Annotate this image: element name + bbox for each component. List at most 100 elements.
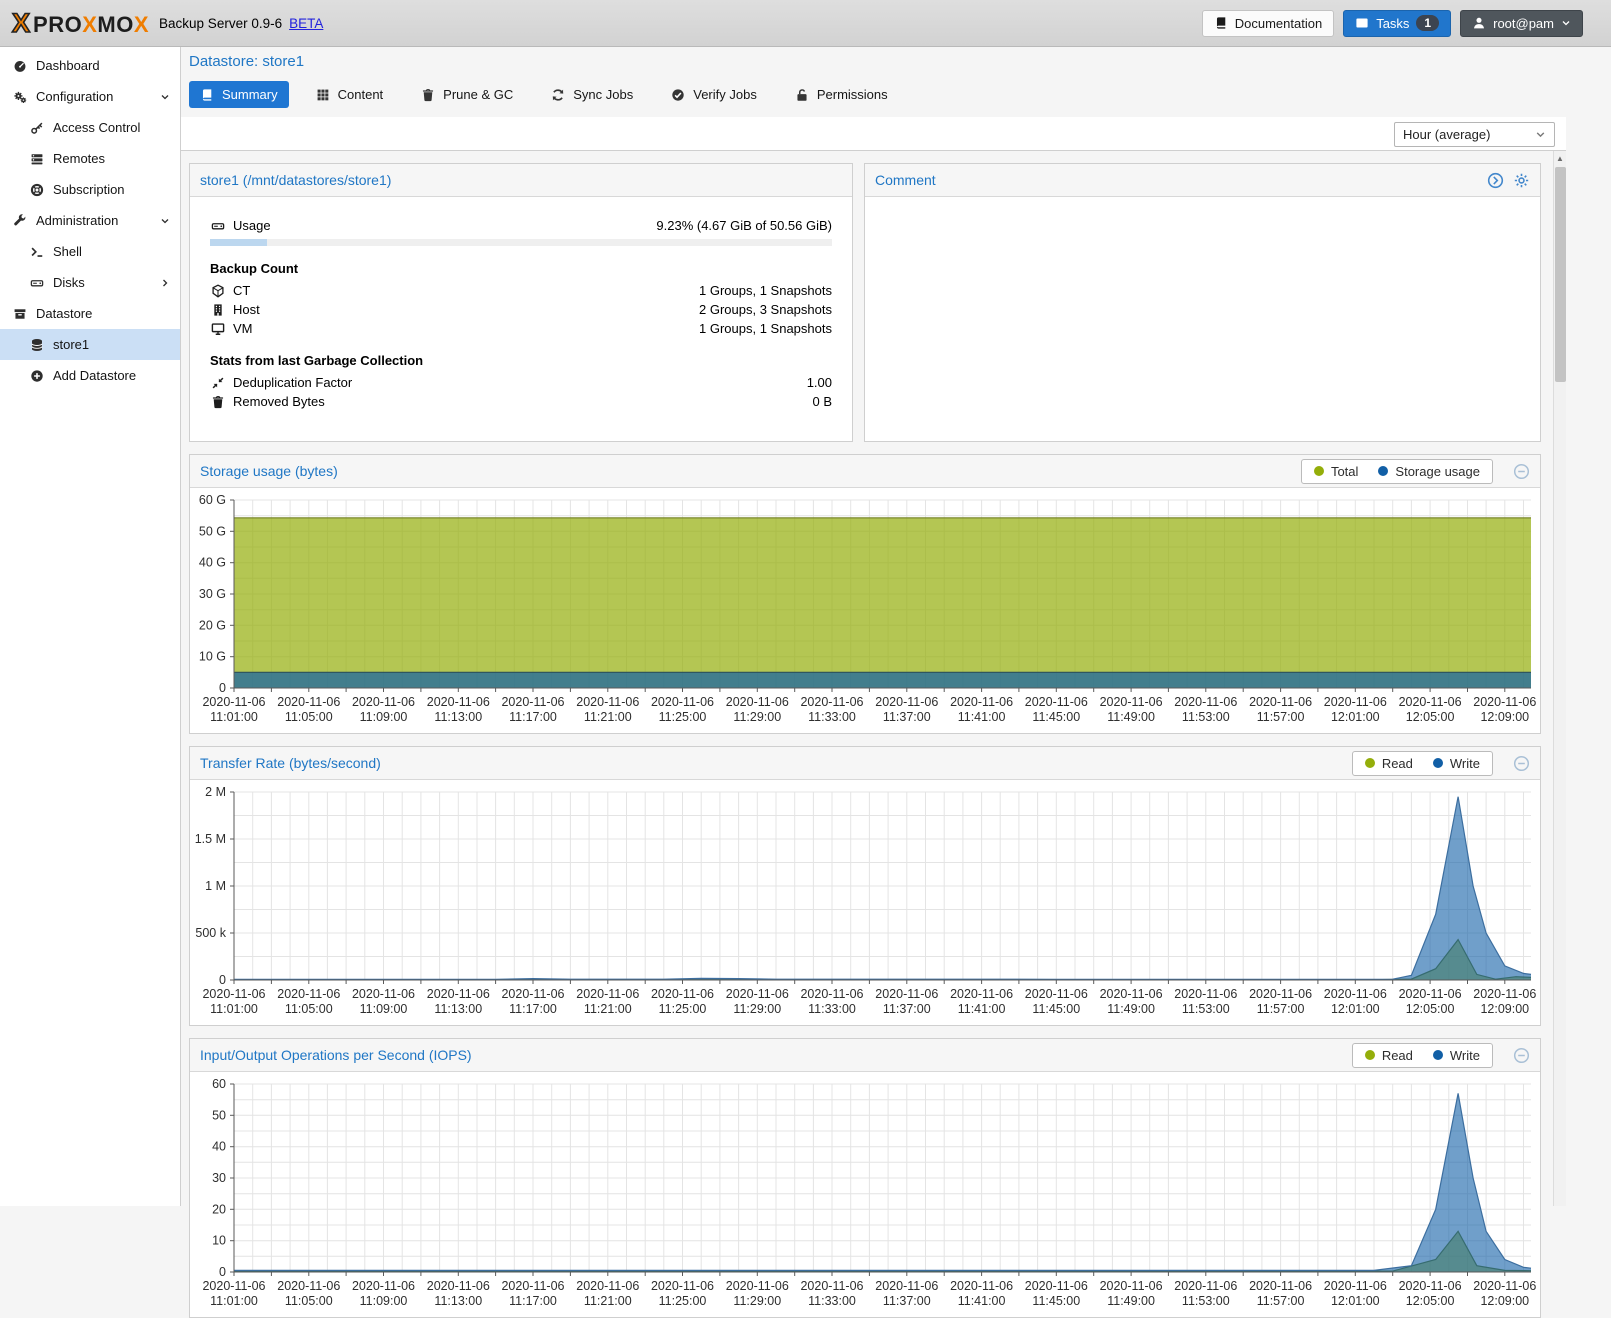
chevron-down-icon — [1535, 129, 1546, 140]
svg-text:40 G: 40 G — [199, 556, 226, 570]
archive-icon — [13, 307, 27, 321]
sidebar-item-add-datastore[interactable]: Add Datastore — [0, 360, 180, 391]
transfer-rate-panel: Transfer Rate (bytes/second) Read Write — [189, 746, 1541, 1026]
svg-text:2020-11-06: 2020-11-06 — [1473, 695, 1536, 709]
gc-row-removed: Removed Bytes 0 B — [210, 392, 832, 411]
documentation-button[interactable]: Documentation — [1202, 10, 1334, 37]
sidebar-item-dashboard[interactable]: Dashboard — [0, 50, 180, 81]
svg-text:12:01:00: 12:01:00 — [1331, 710, 1380, 724]
tasks-button[interactable]: Tasks 1 — [1343, 10, 1451, 37]
legend-item-read[interactable]: Read — [1365, 756, 1413, 771]
time-range-value: Hour (average) — [1403, 127, 1490, 142]
compress-icon — [210, 376, 225, 390]
transfer-rate-chart: 0500 k1 M1.5 M2 M2020-11-0611:01:002020-… — [190, 780, 1539, 1025]
svg-text:500 k: 500 k — [195, 926, 226, 940]
sidebar-item-disks[interactable]: Disks — [0, 267, 180, 298]
svg-text:11:21:00: 11:21:00 — [584, 1294, 632, 1308]
legend-item-total[interactable]: Total — [1314, 464, 1358, 479]
chevron-down-icon[interactable] — [160, 216, 170, 226]
tab-label: Sync Jobs — [573, 87, 633, 102]
svg-text:30 G: 30 G — [199, 587, 226, 601]
svg-text:11:09:00: 11:09:00 — [360, 1294, 408, 1308]
expand-icon[interactable] — [1487, 172, 1504, 189]
svg-text:2020-11-06: 2020-11-06 — [1324, 987, 1387, 1001]
svg-text:11:05:00: 11:05:00 — [285, 1002, 333, 1016]
tab-summary[interactable]: Summary — [189, 81, 289, 108]
svg-text:10: 10 — [212, 1234, 226, 1248]
backup-row-ct: CT 1 Groups, 1 Snapshots — [210, 281, 832, 300]
vertical-scrollbar[interactable]: ▲ — [1553, 151, 1566, 1206]
legend-item-read[interactable]: Read — [1365, 1048, 1413, 1063]
panel-title: Transfer Rate (bytes/second) — [200, 755, 381, 771]
storage-usage-chart: 010 G20 G30 G40 G50 G60 G2020-11-0611:01… — [190, 488, 1539, 733]
svg-text:11:01:00: 11:01:00 — [210, 1002, 258, 1016]
svg-text:12:05:00: 12:05:00 — [1406, 1002, 1455, 1016]
gc-stats-heading: Stats from last Garbage Collection — [210, 353, 832, 368]
panel-header: Comment — [865, 164, 1540, 197]
svg-text:2020-11-06: 2020-11-06 — [1174, 987, 1237, 1001]
storage-usage-panel: Storage usage (bytes) Total Storage usag… — [189, 454, 1541, 734]
legend-item-storage-usage[interactable]: Storage usage — [1378, 464, 1480, 479]
svg-text:12:05:00: 12:05:00 — [1406, 710, 1455, 724]
sidebar-item-shell[interactable]: Shell — [0, 236, 180, 267]
row-value: 1 Groups, 1 Snapshots — [699, 321, 832, 336]
svg-text:11:33:00: 11:33:00 — [808, 1294, 856, 1308]
toolbar-row: Hour (average) — [181, 117, 1566, 151]
chevron-right-icon[interactable] — [160, 278, 170, 288]
panel-header: Transfer Rate (bytes/second) Read Write — [190, 747, 1540, 780]
sidebar-item-subscription[interactable]: Subscription — [0, 174, 180, 205]
legend-item-write[interactable]: Write — [1433, 1048, 1480, 1063]
svg-text:1.5 M: 1.5 M — [195, 832, 226, 846]
row-value: 2 Groups, 3 Snapshots — [699, 302, 832, 317]
row-label: Deduplication Factor — [233, 375, 352, 390]
tab-permissions[interactable]: Permissions — [784, 81, 899, 108]
panel-title: Input/Output Operations per Second (IOPS… — [200, 1047, 472, 1063]
scroll-up-arrow[interactable]: ▲ — [1554, 151, 1566, 166]
svg-text:2 M: 2 M — [205, 785, 226, 799]
scroll-content: store1 (/mnt/datastores/store1) Usage 9.… — [189, 163, 1541, 1318]
time-range-select[interactable]: Hour (average) — [1394, 122, 1555, 147]
tab-prune-gc[interactable]: Prune & GC — [410, 81, 524, 108]
sidebar-item-access-control[interactable]: Access Control — [0, 112, 180, 143]
tab-sync-jobs[interactable]: Sync Jobs — [540, 81, 644, 108]
svg-text:11:49:00: 11:49:00 — [1107, 1294, 1155, 1308]
sidebar-item-configuration[interactable]: Configuration — [0, 81, 180, 112]
beta-link[interactable]: BETA — [289, 16, 323, 31]
usage-progressbar — [210, 239, 832, 246]
tab-verify-jobs[interactable]: Verify Jobs — [660, 81, 768, 108]
svg-text:20: 20 — [212, 1202, 226, 1216]
svg-text:2020-11-06: 2020-11-06 — [875, 987, 938, 1001]
refresh-icon — [551, 88, 565, 102]
comment-body[interactable] — [865, 197, 1540, 216]
tab-content[interactable]: Content — [305, 81, 395, 108]
sidebar-item-administration[interactable]: Administration — [0, 205, 180, 236]
panel-title: Storage usage (bytes) — [200, 463, 338, 479]
svg-text:2020-11-06: 2020-11-06 — [1473, 987, 1536, 1001]
row-label: CT — [233, 283, 250, 298]
gear-icon[interactable] — [1513, 172, 1530, 189]
collapse-icon[interactable] — [1513, 463, 1530, 480]
svg-text:12:01:00: 12:01:00 — [1331, 1002, 1380, 1016]
collapse-icon[interactable] — [1513, 1047, 1530, 1064]
app-header: X PROXMOX Backup Server 0.9-6 BETA Docum… — [0, 0, 1611, 47]
sidebar-item-remotes[interactable]: Remotes — [0, 143, 180, 174]
sidebar-item-datastore[interactable]: Datastore — [0, 298, 180, 329]
usage-value: 9.23% (4.67 GiB of 50.56 GiB) — [656, 218, 832, 233]
svg-text:2020-11-06: 2020-11-06 — [1025, 1279, 1088, 1293]
legend-item-write[interactable]: Write — [1433, 756, 1480, 771]
monitor-icon — [210, 322, 225, 336]
svg-text:11:53:00: 11:53:00 — [1182, 710, 1230, 724]
svg-text:11:05:00: 11:05:00 — [285, 1294, 333, 1308]
chevron-down-icon[interactable] — [160, 92, 170, 102]
svg-text:2020-11-06: 2020-11-06 — [1249, 1279, 1312, 1293]
sidebar-item-store1[interactable]: store1 — [0, 329, 180, 360]
scrollbar-thumb[interactable] — [1555, 167, 1566, 382]
collapse-icon[interactable] — [1513, 755, 1530, 772]
row-label: VM — [233, 321, 253, 336]
user-menu-button[interactable]: root@pam — [1460, 10, 1583, 37]
usage-progress-fill — [210, 239, 267, 246]
svg-text:2020-11-06: 2020-11-06 — [352, 695, 415, 709]
svg-text:11:21:00: 11:21:00 — [584, 710, 632, 724]
documentation-label: Documentation — [1235, 16, 1322, 31]
svg-text:2020-11-06: 2020-11-06 — [501, 695, 564, 709]
